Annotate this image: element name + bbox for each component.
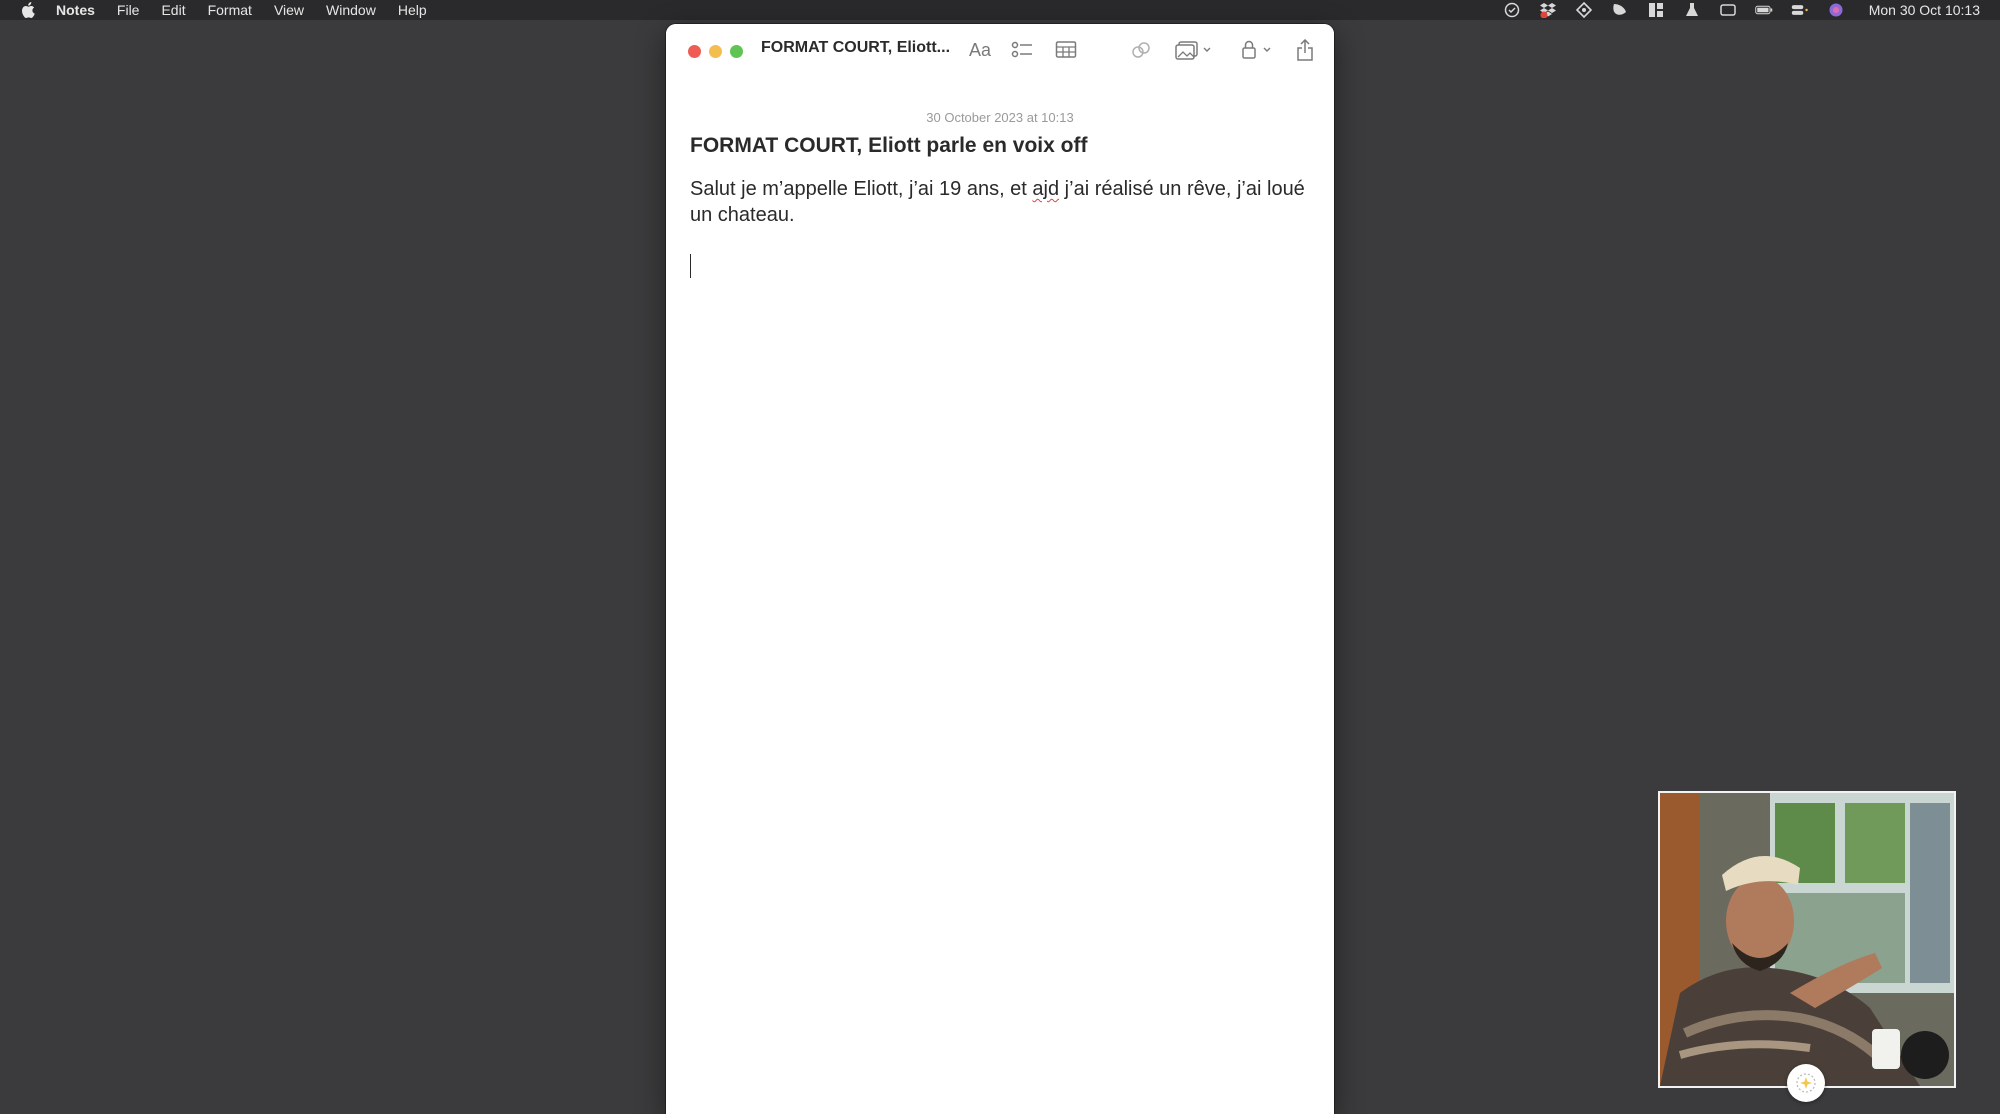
lock-button[interactable] [1240, 38, 1278, 62]
media-icon [1175, 41, 1211, 60]
menu-format[interactable]: Format [208, 2, 252, 18]
dropbox-icon[interactable] [1539, 2, 1557, 18]
grid-status-icon[interactable] [1647, 2, 1665, 18]
format-text-icon: Aa [968, 39, 992, 60]
overlay-handle[interactable] [1787, 1064, 1825, 1102]
status-area: Mon 30 Oct 10:13 [1503, 0, 1980, 20]
screen-status-icon[interactable] [1719, 2, 1737, 18]
share-icon [1297, 39, 1313, 61]
table-button[interactable] [1054, 38, 1078, 62]
menu-file[interactable]: File [117, 2, 140, 18]
notes-window: FORMAT COURT, Eliott... Aa 30 October 20… [666, 24, 1334, 1114]
share-button[interactable] [1294, 38, 1316, 62]
note-date: 30 October 2023 at 10:13 [926, 110, 1074, 125]
note-text-part: Salut je m’appelle Eliott, j’ai 19 ans, … [690, 178, 1033, 200]
checklist-icon [1011, 41, 1032, 58]
sparkle-icon [1796, 1073, 1816, 1093]
note-title[interactable]: FORMAT COURT, Eliott parle en voix off [690, 134, 1087, 158]
webcam-overlay[interactable] [1658, 791, 1956, 1088]
window-title: FORMAT COURT, Eliott... [761, 39, 951, 56]
minimize-button[interactable] [709, 45, 722, 58]
note-body-text[interactable]: Salut je m’appelle Eliott, j’ai 19 ans, … [690, 176, 1310, 228]
menu-bar: Notes File Edit Format View Window Help [0, 0, 2000, 20]
battery-icon[interactable] [1754, 2, 1773, 18]
link-icon [1132, 42, 1150, 58]
menu-app-notes[interactable]: Notes [56, 2, 95, 18]
checklist-button[interactable] [1010, 38, 1034, 62]
misspelled-word[interactable]: ajd [1032, 178, 1059, 200]
menu-help[interactable]: Help [398, 2, 427, 18]
title-bar[interactable]: FORMAT COURT, Eliott... Aa [666, 24, 1334, 78]
lock-icon [1242, 40, 1271, 59]
sync-status-icon[interactable] [1503, 2, 1521, 18]
menu-view[interactable]: View [274, 2, 304, 18]
menu-edit[interactable]: Edit [161, 2, 185, 18]
close-button[interactable] [688, 45, 701, 58]
siri-icon[interactable] [1827, 2, 1845, 18]
maximize-button[interactable] [730, 45, 743, 58]
apple-menu-icon[interactable] [20, 1, 36, 19]
menu-clock[interactable]: Mon 30 Oct 10:13 [1869, 2, 1980, 18]
menu-window[interactable]: Window [326, 2, 376, 18]
flask-status-icon[interactable] [1683, 2, 1701, 18]
leaf-status-icon[interactable] [1611, 2, 1629, 18]
table-icon [1055, 41, 1077, 58]
webcam-video-image [1660, 793, 1954, 1086]
media-button[interactable] [1174, 38, 1216, 62]
format-text-button[interactable]: Aa [968, 38, 992, 62]
control-center-icon[interactable] [1791, 2, 1809, 18]
link-button[interactable] [1129, 38, 1153, 62]
text-caret [690, 254, 691, 278]
diamond-status-icon[interactable] [1575, 2, 1593, 18]
